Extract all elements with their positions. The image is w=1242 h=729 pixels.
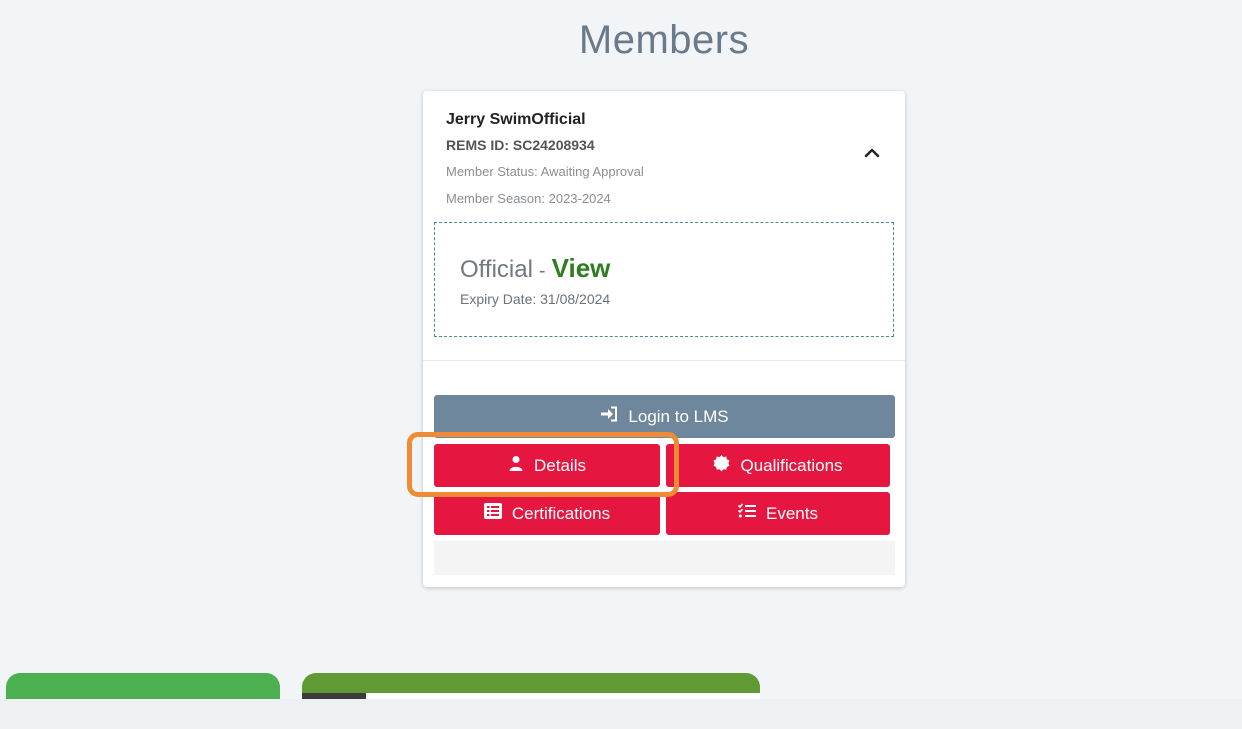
badge-icon — [713, 454, 740, 477]
member-card: Jerry SwimOfficial REMS ID: SC24208934 M… — [423, 91, 905, 587]
qualifications-button[interactable]: Qualifications — [666, 444, 890, 487]
membership-box: Official - View Expiry Date: 31/08/2024 — [434, 222, 894, 337]
chevron-up-icon[interactable] — [860, 143, 884, 163]
rems-id: REMS ID: SC24208934 — [446, 137, 595, 153]
details-label: Details — [534, 455, 586, 475]
events-button[interactable]: Events — [666, 492, 890, 535]
tasks-list-icon — [737, 503, 766, 524]
login-lms-label: Login to LMS — [628, 406, 729, 426]
certifications-button[interactable]: Certifications — [434, 492, 660, 535]
bottom-strip — [0, 699, 1242, 729]
membership-type-line: Official - View — [460, 253, 610, 284]
member-name: Jerry SwimOfficial — [446, 111, 586, 128]
user-icon — [508, 455, 534, 476]
list-alt-icon — [483, 503, 512, 524]
member-status: Member Status: Awaiting Approval — [446, 164, 644, 179]
sign-in-icon — [600, 406, 628, 427]
membership-type: Official — [460, 256, 533, 283]
divider — [423, 360, 905, 361]
details-button[interactable]: Details — [434, 444, 660, 487]
separator: - — [538, 260, 546, 282]
view-link[interactable]: View — [552, 253, 611, 283]
login-lms-button[interactable]: Login to LMS — [434, 395, 895, 438]
events-label: Events — [766, 503, 818, 523]
member-season: Member Season: 2023-2024 — [446, 191, 611, 206]
page-title: Members — [578, 18, 750, 62]
card-footer — [434, 541, 895, 575]
expiry-date: Expiry Date: 31/08/2024 — [460, 291, 611, 307]
certifications-label: Certifications — [511, 503, 611, 523]
qualifications-label: Qualifications — [740, 455, 843, 475]
